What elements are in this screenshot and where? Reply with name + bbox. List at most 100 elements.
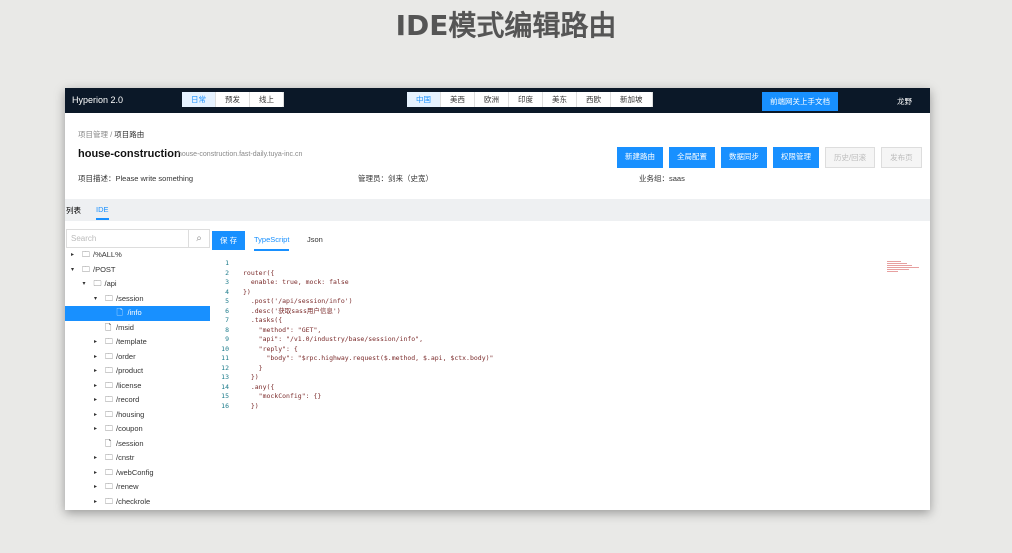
- region-sg[interactable]: 新加坡: [611, 92, 653, 107]
- tree-item-label: /cnstr: [116, 453, 135, 462]
- folder-icon: 🗀: [105, 467, 113, 477]
- expand-arrow-icon[interactable]: ▸: [94, 379, 97, 394]
- search-input[interactable]: Search: [66, 229, 189, 248]
- tree-item[interactable]: ▾ 🗀/api: [65, 277, 210, 292]
- code-editor[interactable]: 1 2 router({3 enable: true, mock: false 4})…: [215, 259, 815, 429]
- expand-arrow-icon[interactable]: ▾: [94, 292, 97, 307]
- docs-button[interactable]: 前端网关上手文档: [762, 92, 838, 111]
- expand-arrow-icon[interactable]: ▸: [94, 364, 97, 379]
- tab-list[interactable]: 列表: [66, 205, 81, 216]
- tree-item[interactable]: ▸ 🗀/cnstr: [65, 451, 210, 466]
- top-bar: Hyperion 2.0 日常 预发 线上 中国 美西 欧洲 印度 美东 西欧 …: [65, 88, 930, 113]
- folder-icon: 🗀: [105, 366, 113, 375]
- code-line: enable: true, mock: false: [243, 278, 349, 286]
- region-use[interactable]: 美东: [543, 92, 577, 107]
- line-number: 8: [225, 325, 229, 334]
- line-number: 9: [225, 335, 229, 343]
- tree-item[interactable]: ▾ 🗀/POST: [65, 263, 210, 278]
- expand-arrow-icon[interactable]: ▸: [94, 466, 97, 481]
- history-button[interactable]: 历史/回滚: [825, 147, 876, 168]
- brand: Hyperion 2.0: [72, 95, 124, 105]
- tree-item[interactable]: 🗋 /info: [65, 306, 210, 321]
- expand-arrow-icon[interactable]: ▸: [94, 422, 97, 437]
- line-number: 1: [225, 259, 229, 267]
- tree-item[interactable]: ▸ 🗀/renew: [65, 480, 210, 495]
- tree-item-label: /msid: [116, 322, 134, 332]
- project-host: house-construction.fast-daily.tuya-inc.c…: [178, 151, 303, 158]
- expand-arrow-icon[interactable]: ▸: [94, 451, 97, 466]
- tree-item-label: /record: [116, 395, 140, 404]
- tree-item[interactable]: 🗋 /session: [65, 437, 210, 452]
- tree-item-label: /%ALL%: [93, 250, 122, 259]
- code-minimap[interactable]: [887, 260, 923, 282]
- line-number: 10: [221, 344, 229, 353]
- publish-button[interactable]: 发布页: [881, 147, 922, 168]
- app-window: Hyperion 2.0 日常 预发 线上 中国 美西 欧洲 印度 美东 西欧 …: [65, 88, 930, 510]
- expand-arrow-icon[interactable]: ▸: [94, 408, 97, 423]
- tree-item[interactable]: ▸ 🗀/checkrole: [65, 495, 210, 510]
- folder-icon: 🗀: [105, 351, 113, 361]
- folder-icon: 🗀: [105, 293, 113, 303]
- env-prod[interactable]: 线上: [250, 92, 284, 107]
- route-tree: ▸ 🗀/%ALL% ▾ 🗀/POST ▾ 🗀/api ▾ 🗀/session 🗋/info 🗋/m…: [65, 248, 210, 509]
- tab-ide[interactable]: IDE: [96, 205, 109, 220]
- tab-json[interactable]: Json: [307, 235, 323, 244]
- expand-arrow-icon[interactable]: ▾: [71, 263, 74, 278]
- breadcrumb-parent[interactable]: 项目管理: [78, 130, 108, 139]
- action-bar: 新建路由 全局配置 数据同步 权限管理 历史/回滚 发布页: [617, 147, 922, 168]
- expand-arrow-icon[interactable]: ▸: [94, 350, 97, 365]
- tree-item[interactable]: ▸ 🗀/webConfig: [65, 466, 210, 481]
- tab-typescript[interactable]: TypeScript: [254, 235, 290, 251]
- tree-item[interactable]: ▾ 🗀/session: [65, 292, 210, 307]
- region-switch: 中国 美西 欧洲 印度 美东 西欧 新加坡: [407, 92, 653, 107]
- region-eu[interactable]: 欧洲: [475, 92, 509, 107]
- tree-item[interactable]: ▸ 🗀/template: [65, 335, 210, 350]
- tree-item[interactable]: ▸ 🗀/license: [65, 379, 210, 394]
- data-sync-button[interactable]: 数据同步: [721, 147, 767, 168]
- region-weu[interactable]: 西欧: [577, 92, 611, 107]
- file-icon: 🗋: [105, 322, 112, 332]
- expand-arrow-icon[interactable]: ▸: [94, 335, 97, 350]
- folder-icon: 🗀: [93, 279, 102, 288]
- permission-button[interactable]: 权限管理: [773, 147, 819, 168]
- new-route-button[interactable]: 新建路由: [617, 147, 663, 168]
- folder-icon: 🗀: [105, 496, 113, 506]
- tree-item[interactable]: ▸ 🗀/product: [65, 364, 210, 379]
- tree-item-label: /order: [116, 351, 136, 361]
- tree-item[interactable]: ▸ 🗀/%ALL%: [65, 248, 210, 263]
- tree-item[interactable]: 🗋 /msid: [65, 321, 210, 336]
- folder-icon: 🗀: [105, 380, 113, 390]
- expand-arrow-icon[interactable]: ▸: [94, 480, 97, 495]
- save-button[interactable]: 保 存: [212, 231, 246, 250]
- folder-icon: 🗀: [105, 424, 113, 433]
- user-name[interactable]: 龙野: [897, 96, 912, 107]
- folder-icon: 🗀: [105, 453, 113, 462]
- code-line: }): [243, 401, 259, 410]
- file-icon: 🗋: [116, 308, 123, 317]
- tree-item[interactable]: ▸ 🗀/order: [65, 350, 210, 365]
- breadcrumb-current: 项目路由: [114, 130, 145, 139]
- env-daily[interactable]: 日常: [182, 92, 216, 107]
- code-line: "reply": {: [243, 344, 298, 353]
- env-pre[interactable]: 预发: [216, 92, 250, 107]
- code-line: .any({: [243, 382, 275, 391]
- region-cn[interactable]: 中国: [407, 92, 441, 107]
- tree-item[interactable]: ▸ 🗀/housing: [65, 408, 210, 423]
- tree-item[interactable]: ▸ 🗀/record: [65, 393, 210, 408]
- code-line: "method": "GET",: [243, 325, 322, 334]
- tree-item-label: /POST: [93, 264, 116, 274]
- code-line: }): [243, 287, 251, 296]
- folder-icon: 🗀: [82, 264, 90, 274]
- code-line: .tasks({: [243, 316, 283, 324]
- expand-arrow-icon[interactable]: ▾: [83, 277, 86, 292]
- region-usw[interactable]: 美西: [441, 92, 475, 107]
- tree-item[interactable]: ▸ 🗀/coupon: [65, 422, 210, 437]
- global-config-button[interactable]: 全局配置: [669, 147, 715, 168]
- search-icon[interactable]: ⌕: [189, 229, 210, 248]
- expand-arrow-icon[interactable]: ▸: [94, 495, 97, 510]
- expand-arrow-icon[interactable]: ▸: [71, 248, 74, 263]
- region-in[interactable]: 印度: [509, 92, 543, 107]
- expand-arrow-icon[interactable]: ▸: [94, 393, 97, 408]
- code-line: "body": "$rpc.highway.request($.method, …: [243, 354, 494, 362]
- tree-item-label: /template: [116, 337, 147, 346]
